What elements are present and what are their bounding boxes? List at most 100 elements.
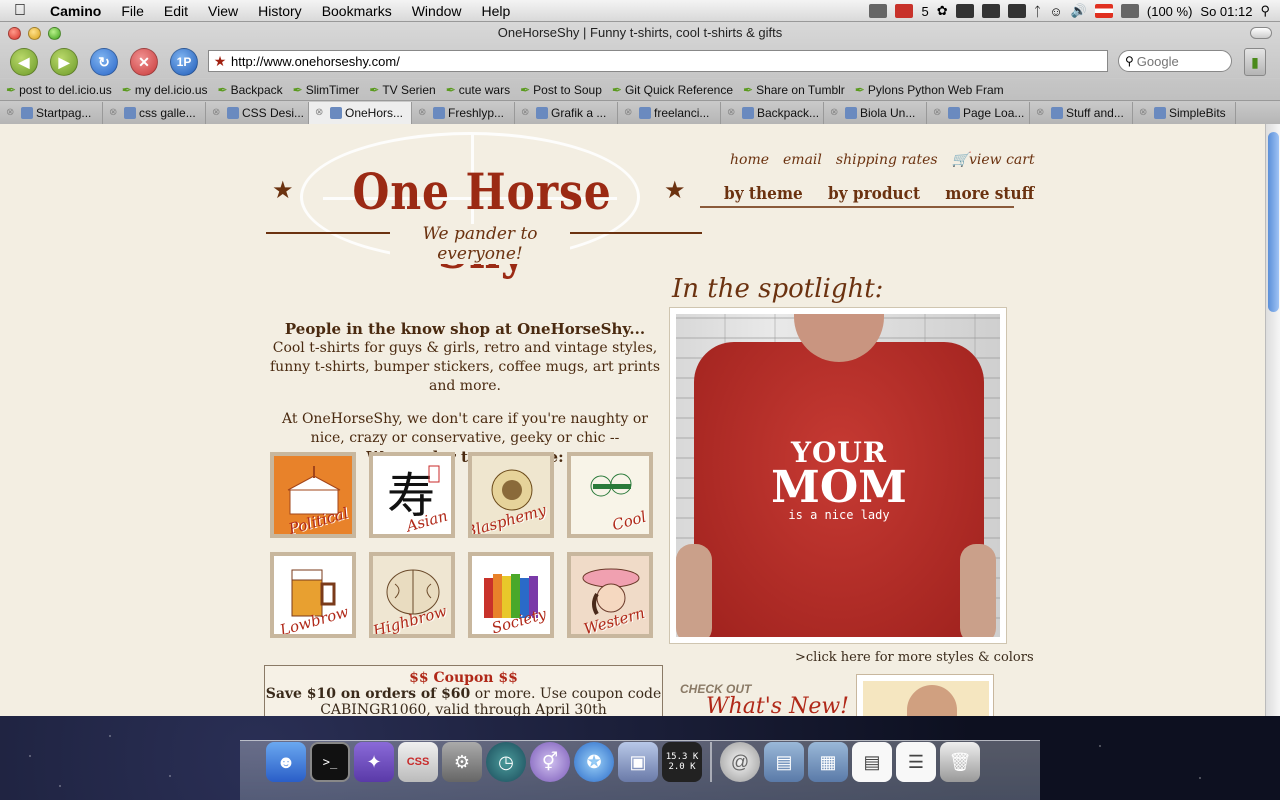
url-input[interactable] [231, 53, 1091, 69]
browser-tab[interactable]: ⊗ freelanci... [618, 101, 721, 124]
url-bar[interactable]: ★ [208, 50, 1108, 72]
whats-new-link[interactable]: What's New! [706, 694, 849, 716]
battery-icon[interactable] [1120, 4, 1139, 18]
close-tab-icon[interactable]: ⊗ [6, 107, 18, 118]
bookmark-item[interactable]: ✒ SlimTimer [293, 83, 360, 97]
close-tab-icon[interactable]: ⊗ [315, 107, 327, 118]
menu-app[interactable]: Camino [40, 3, 111, 19]
category-highbrow[interactable]: Highbrow [369, 552, 455, 638]
nav-by-product-link[interactable]: by product [828, 184, 920, 204]
applications-folder-icon[interactable]: ▦ [808, 742, 848, 782]
search-input[interactable] [1136, 53, 1223, 69]
memory-icon[interactable] [1007, 4, 1026, 18]
camino-browser-icon[interactable]: ✪ [574, 742, 614, 782]
bookmark-item[interactable]: ✒ TV Serien [369, 83, 435, 97]
close-tab-icon[interactable]: ⊗ [727, 107, 739, 118]
browser-tab[interactable]: ⊗ Backpack... [721, 101, 824, 124]
display-icon[interactable] [981, 4, 1000, 18]
network-meter-icon[interactable]: 15.3 K 2.0 K [662, 742, 702, 782]
close-tab-icon[interactable]: ⊗ [624, 107, 636, 118]
reload-button[interactable]: ↻ [90, 48, 118, 76]
finder-icon[interactable]: ☻ [266, 742, 306, 782]
iphoto-icon[interactable]: ▣ [618, 742, 658, 782]
close-tab-icon[interactable]: ⊗ [1139, 107, 1151, 118]
menu-bookmarks[interactable]: Bookmarks [312, 3, 402, 19]
flag-icon[interactable] [1094, 4, 1113, 18]
menu-window[interactable]: Window [402, 3, 472, 19]
category-western[interactable]: Western [567, 552, 653, 638]
browser-tab[interactable]: ⊗ Freshlyp... [412, 101, 515, 124]
category-lowbrow[interactable]: Lowbrow [270, 552, 356, 638]
menu-view[interactable]: View [198, 3, 248, 19]
bookmark-item[interactable]: ✒ post to del.icio.us [6, 83, 112, 97]
category-asian[interactable]: 寿 Asian [369, 452, 455, 538]
zoom-window-button[interactable] [48, 27, 61, 40]
adium-icon[interactable]: ⚥ [530, 742, 570, 782]
wifi-icon[interactable]: ☺ [1049, 4, 1062, 19]
category-blasphemy[interactable]: Blasphemy [468, 452, 554, 538]
nav-home-link[interactable]: home [730, 152, 769, 168]
new-product-thumbnail[interactable] [856, 674, 994, 716]
browser-tab[interactable]: ⊗ SimpleBits [1133, 101, 1236, 124]
gmail-icon[interactable] [895, 4, 914, 18]
category-cool[interactable]: Cool [567, 452, 653, 538]
bluetooth-icon[interactable]: ᛏ [1034, 4, 1042, 19]
nav-email-link[interactable]: email [783, 152, 822, 168]
close-tab-icon[interactable]: ⊗ [418, 107, 430, 118]
scrollbar-thumb[interactable] [1268, 132, 1279, 312]
document-stack-icon[interactable]: ▤ [852, 742, 892, 782]
browser-tab[interactable]: ⊗ Startpag... [0, 101, 103, 124]
nav-view-cart-link[interactable]: 🛒view cart [952, 152, 1035, 168]
clock[interactable]: So 01:12 [1200, 4, 1252, 19]
mail-icon[interactable]: @ [720, 742, 760, 782]
nav-shipping-rates-link[interactable]: shipping rates [836, 152, 938, 168]
more-styles-link[interactable]: >click here for more styles & colors [795, 650, 1034, 665]
vertical-scrollbar[interactable] [1265, 124, 1280, 716]
minimize-window-button[interactable] [28, 27, 41, 40]
menu-history[interactable]: History [248, 3, 312, 19]
bookmark-item[interactable]: ✒ Pylons Python Web Fram [855, 83, 1004, 97]
paw-icon[interactable]: ✿ [937, 3, 948, 19]
close-window-button[interactable] [8, 27, 21, 40]
volume-icon[interactable]: 🔊 [1071, 3, 1087, 19]
close-tab-icon[interactable]: ⊗ [830, 107, 842, 118]
search-box[interactable]: ⚲ [1118, 50, 1232, 72]
image-editor-icon[interactable]: ✦ [354, 742, 394, 782]
close-tab-icon[interactable]: ⊗ [521, 107, 533, 118]
browser-tab[interactable]: ⊗ CSS Desi... [206, 101, 309, 124]
browser-tab[interactable]: ⊗ OneHors... [309, 101, 412, 124]
bookmarks-button[interactable]: ▮ [1244, 48, 1266, 76]
app-switcher-icon[interactable] [955, 4, 974, 18]
onepassword-button[interactable]: 1P [170, 48, 198, 76]
text-document-icon[interactable]: ☰ [896, 742, 936, 782]
menu-file[interactable]: File [111, 3, 154, 19]
documents-folder-icon[interactable]: ▤ [764, 742, 804, 782]
menu-edit[interactable]: Edit [154, 3, 198, 19]
category-society[interactable]: Society [468, 552, 554, 638]
bookmark-item[interactable]: ✒ my del.icio.us [122, 83, 208, 97]
close-tab-icon[interactable]: ⊗ [212, 107, 224, 118]
bookmark-item[interactable]: ✒ Backpack [218, 83, 283, 97]
browser-tab[interactable]: ⊗ Grafik a ... [515, 101, 618, 124]
browser-tab[interactable]: ⊗ Stuff and... [1030, 101, 1133, 124]
browser-tab[interactable]: ⊗ css galle... [103, 101, 206, 124]
nav-by-theme-link[interactable]: by theme [724, 184, 803, 204]
spotlight-icon[interactable]: ⚲ [1260, 3, 1270, 19]
terminal-icon[interactable]: >_ [310, 742, 350, 782]
close-tab-icon[interactable]: ⊗ [109, 107, 121, 118]
bookmark-item[interactable]: ✒ Post to Soup [520, 83, 602, 97]
spotlight-product-image[interactable]: YOUR MOM is a nice lady [669, 307, 1007, 644]
css-editor-icon[interactable]: CSS [398, 742, 438, 782]
close-tab-icon[interactable]: ⊗ [933, 107, 945, 118]
time-machine-icon[interactable]: ◷ [486, 742, 526, 782]
browser-tab[interactable]: ⊗ Page Loa... [927, 101, 1030, 124]
bookmark-item[interactable]: ✒ Share on Tumblr [743, 83, 845, 97]
browser-tab[interactable]: ⊗ Biola Un... [824, 101, 927, 124]
bookmark-item[interactable]: ✒ cute wars [446, 83, 510, 97]
calendar-icon[interactable] [869, 4, 888, 18]
menu-help[interactable]: Help [472, 3, 521, 19]
forward-button[interactable]: ▶ [50, 48, 78, 76]
nav-more-stuff-link[interactable]: more stuff [945, 184, 1034, 204]
trash-icon[interactable]: 🗑 [940, 742, 980, 782]
stop-button[interactable]: ✕ [130, 48, 158, 76]
